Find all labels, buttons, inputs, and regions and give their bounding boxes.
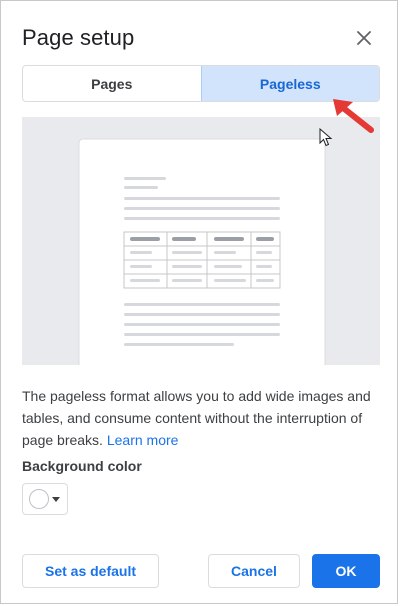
mouse-pointer-icon — [319, 128, 333, 147]
background-color-picker[interactable] — [22, 483, 68, 515]
tab-pageless[interactable]: Pageless — [200, 66, 379, 101]
set-as-default-button[interactable]: Set as default — [22, 554, 159, 588]
page-setup-dialog: Page setup Pages Pageless The pageless f… — [0, 0, 398, 604]
close-icon[interactable] — [351, 25, 377, 51]
ok-button[interactable]: OK — [312, 554, 380, 588]
tab-pages[interactable]: Pages — [23, 66, 201, 101]
dialog-title: Page setup — [22, 25, 135, 50]
background-color-label: Background color — [22, 458, 142, 474]
annotation-arrow-icon — [333, 99, 374, 133]
description-text: The pageless format allows you to add wi… — [22, 388, 371, 448]
pageless-preview-illustration — [22, 117, 380, 365]
learn-more-link[interactable]: Learn more — [107, 432, 179, 448]
page-format-toggle: Pages Pageless — [22, 65, 380, 102]
chevron-down-icon — [52, 496, 60, 502]
color-swatch — [29, 489, 49, 509]
cancel-button[interactable]: Cancel — [208, 554, 300, 588]
pageless-description: The pageless format allows you to add wi… — [22, 385, 382, 451]
